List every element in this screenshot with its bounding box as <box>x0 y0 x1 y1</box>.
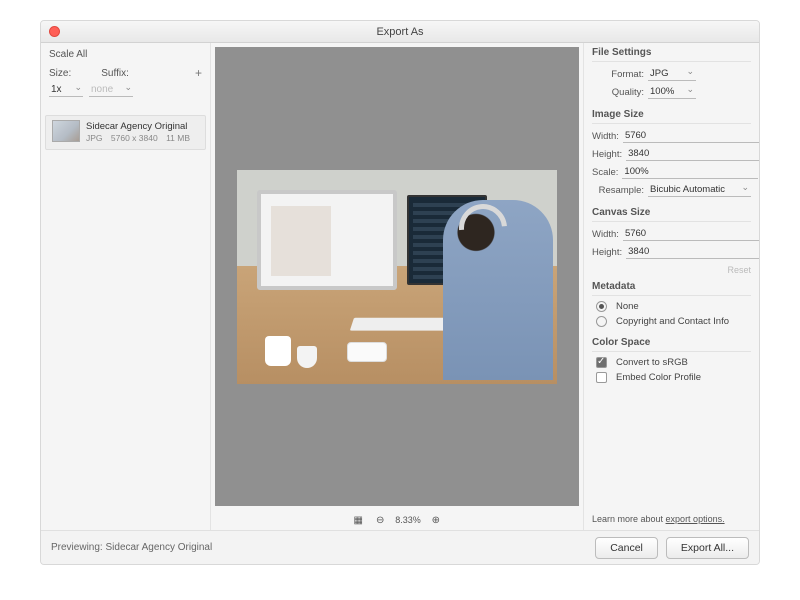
image-size-title: Image Size <box>592 109 751 124</box>
embed-profile-checkbox[interactable] <box>596 372 607 383</box>
metadata-copyright-radio[interactable] <box>596 316 607 327</box>
quality-label: Quality: <box>592 87 644 98</box>
preview-panel: ▦ ⊖ 8.33% ⊕ <box>211 43 584 530</box>
canvas-size-title: Canvas Size <box>592 207 751 222</box>
export-as-dialog: Export As Scale All Size: Suffix: + 1x n… <box>40 20 760 565</box>
size-dropdown[interactable]: 1x <box>49 83 83 97</box>
zoom-level: 8.33% <box>395 515 421 525</box>
size-label: Size: <box>49 68 71 79</box>
cancel-button[interactable]: Cancel <box>595 537 658 559</box>
add-scale-icon[interactable]: + <box>195 66 202 80</box>
asset-item[interactable]: Sidecar Agency Original JPG 5760 x 3840 … <box>45 115 206 150</box>
metadata-title: Metadata <box>592 281 751 296</box>
suffix-dropdown[interactable]: none <box>89 83 133 97</box>
close-icon[interactable] <box>49 26 60 37</box>
swatch-icon[interactable]: ▦ <box>351 513 365 527</box>
resample-select[interactable]: Bicubic Automatic <box>648 183 751 197</box>
metadata-none-radio[interactable] <box>596 301 607 312</box>
window-title: Export As <box>376 26 423 38</box>
file-settings-title: File Settings <box>592 47 751 62</box>
suffix-label: Suffix: <box>101 68 129 79</box>
titlebar: Export As <box>41 21 759 43</box>
scale-all-section: Scale All Size: Suffix: + 1x none <box>41 43 210 103</box>
asset-thumbnail <box>52 120 80 142</box>
scale-all-title: Scale All <box>49 49 202 60</box>
image-height-input[interactable] <box>626 147 760 161</box>
right-panel: File Settings Format: JPG Quality: 100% Im… <box>584 43 759 530</box>
quality-select[interactable]: 100% <box>648 85 696 99</box>
asset-dimensions: 5760 x 3840 <box>111 133 158 143</box>
learn-more: Learn more about export options. <box>592 514 751 524</box>
color-space-title: Color Space <box>592 337 751 352</box>
export-all-button[interactable]: Export All... <box>666 537 749 559</box>
dialog-footer: Previewing: Sidecar Agency Original Canc… <box>41 530 759 564</box>
canvas-size-section: Canvas Size Width:px Height:px Reset <box>592 207 751 275</box>
reset-button[interactable]: Reset <box>592 263 751 275</box>
format-label: Format: <box>592 69 644 80</box>
canvas-height-input[interactable] <box>626 245 760 259</box>
canvas-width-input[interactable] <box>623 227 759 241</box>
preview-canvas[interactable] <box>215 47 579 506</box>
metadata-section: Metadata None Copyright and Contact Info <box>592 281 751 331</box>
preview-image <box>237 170 557 384</box>
previewing-label: Previewing: Sidecar Agency Original <box>51 542 212 553</box>
file-settings-section: File Settings Format: JPG Quality: 100% <box>592 47 751 103</box>
asset-list: Sidecar Agency Original JPG 5760 x 3840 … <box>41 111 210 530</box>
preview-footer: ▦ ⊖ 8.33% ⊕ <box>211 510 583 530</box>
zoom-out-icon[interactable]: ⊖ <box>373 513 387 527</box>
color-space-section: Color Space Convert to sRGB Embed Color … <box>592 337 751 387</box>
left-panel: Scale All Size: Suffix: + 1x none Sideca… <box>41 43 211 530</box>
format-select[interactable]: JPG <box>648 67 696 81</box>
asset-filesize: 11 MB <box>166 133 190 143</box>
export-options-link[interactable]: export options. <box>666 514 725 524</box>
image-size-section: Image Size Width:px Height:px Scale: Res… <box>592 109 751 201</box>
dialog-body: Scale All Size: Suffix: + 1x none Sideca… <box>41 43 759 530</box>
asset-format: JPG <box>86 133 103 143</box>
asset-name: Sidecar Agency Original <box>86 120 196 133</box>
zoom-in-icon[interactable]: ⊕ <box>429 513 443 527</box>
image-width-input[interactable] <box>623 129 759 143</box>
image-scale-input[interactable] <box>622 165 758 179</box>
convert-srgb-checkbox[interactable] <box>596 357 607 368</box>
